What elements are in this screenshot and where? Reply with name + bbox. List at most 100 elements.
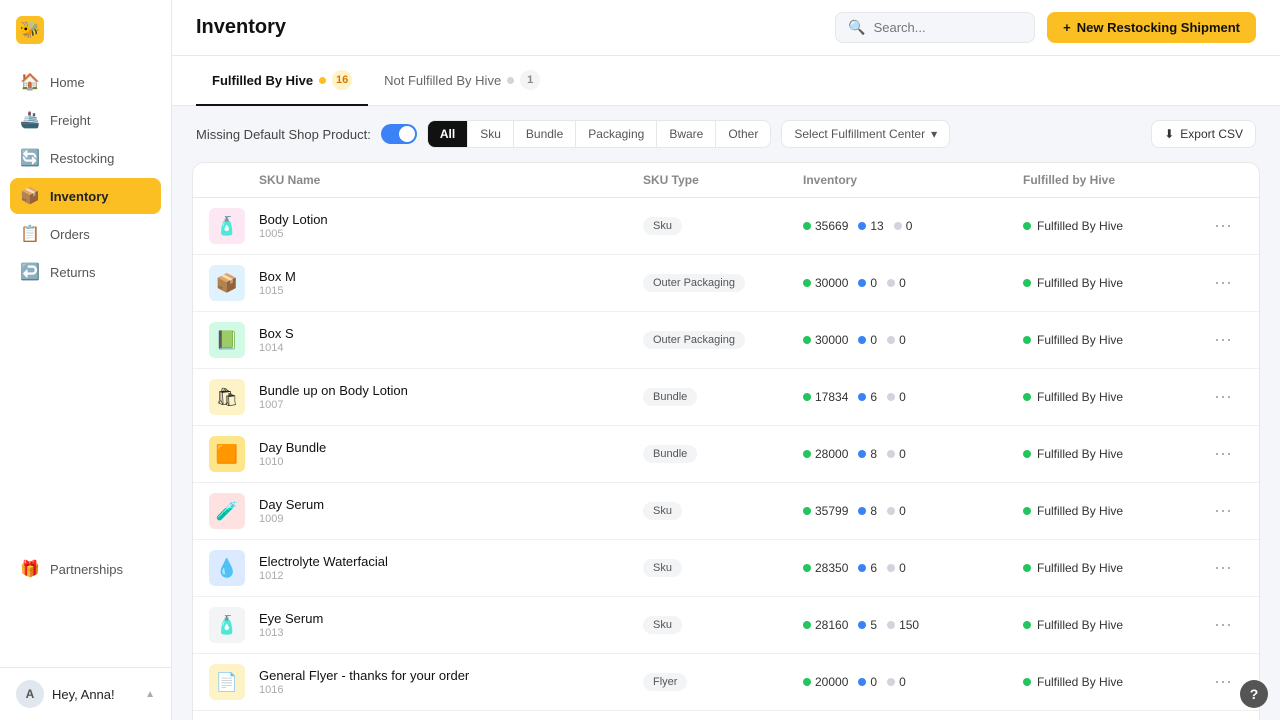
inventory-cell: 35799 8 0 <box>803 504 1023 518</box>
product-info: Day Bundle 1010 <box>259 440 643 468</box>
blue-dot <box>858 279 866 287</box>
new-shipment-button[interactable]: + New Restocking Shipment <box>1047 12 1256 43</box>
sku-type-cell: Sku <box>643 502 803 520</box>
plus-icon: + <box>1063 20 1071 35</box>
help-button[interactable]: ? <box>1240 680 1268 708</box>
inv-green: 20000 <box>803 675 848 689</box>
inventory-cell: 28000 8 0 <box>803 447 1023 461</box>
filter-btn-sku[interactable]: Sku <box>468 121 514 147</box>
filter-btn-all[interactable]: All <box>428 121 468 147</box>
blue-dot <box>858 393 866 401</box>
inv-gray: 0 <box>887 504 906 518</box>
product-thumbnail: 🧴 <box>209 607 245 643</box>
table-row: 🧪 Day Serum 1009 Sku 35799 8 0 Fulfilled… <box>193 483 1259 540</box>
tab-fulfilled-by-hive[interactable]: Fulfilled By Hive 16 <box>196 56 368 106</box>
product-id: 1012 <box>259 570 643 582</box>
fulfilled-dot <box>1023 564 1031 572</box>
blue-dot <box>858 564 866 572</box>
row-more-menu[interactable]: ⋯ <box>1203 383 1243 412</box>
fulfillment-center-select[interactable]: Select Fulfillment Center ▾ <box>781 120 950 148</box>
gray-dot <box>887 678 895 686</box>
row-more-menu[interactable]: ⋯ <box>1203 611 1243 640</box>
sku-type-cell: Flyer <box>643 673 803 691</box>
fulfilled-label: Fulfilled By Hive <box>1037 333 1123 347</box>
new-shipment-label: New Restocking Shipment <box>1077 20 1240 35</box>
sidebar-item-inventory[interactable]: 📦 Inventory <box>10 178 161 214</box>
sku-type-cell: Sku <box>643 559 803 577</box>
filter-btn-bundle[interactable]: Bundle <box>514 121 576 147</box>
search-bar[interactable]: 🔍 <box>835 12 1035 43</box>
product-name: Day Serum <box>259 497 643 512</box>
fulfilled-label: Fulfilled By Hive <box>1037 390 1123 404</box>
inv-green: 30000 <box>803 276 848 290</box>
sidebar-item-partnerships[interactable]: 🎁 Partnerships <box>10 551 161 587</box>
sidebar-item-returns[interactable]: ↩️ Returns <box>10 254 161 290</box>
inventory-cell: 30000 0 0 <box>803 333 1023 347</box>
sku-type-cell: Bundle <box>643 445 803 463</box>
missing-toggle[interactable] <box>381 124 417 144</box>
product-info: Eye Serum 1013 <box>259 611 643 639</box>
row-more-menu[interactable]: ⋯ <box>1203 212 1243 241</box>
green-dot <box>803 678 811 686</box>
sku-type-badge: Bundle <box>643 445 697 463</box>
table-row: 🧴 Eye Serum 1013 Sku 28160 5 150 Fulfill… <box>193 597 1259 654</box>
filter-btn-other[interactable]: Other <box>716 121 770 147</box>
gray-dot <box>887 336 895 344</box>
product-id: 1010 <box>259 456 643 468</box>
blue-dot <box>858 621 866 629</box>
table-row: 📄 General Flyer - thanks for your order … <box>193 654 1259 711</box>
inventory-icon: 📦 <box>20 186 40 206</box>
fulfilled-cell: Fulfilled By Hive <box>1023 504 1203 518</box>
search-input[interactable] <box>874 20 1023 35</box>
row-more-menu[interactable]: ⋯ <box>1203 440 1243 469</box>
inventory-cell: 20000 0 0 <box>803 675 1023 689</box>
col-sku-name: SKU Name <box>259 173 643 187</box>
product-thumbnail: 📗 <box>209 322 245 358</box>
fulfilled-label: Fulfilled By Hive <box>1037 675 1123 689</box>
row-more-menu[interactable]: ⋯ <box>1203 497 1243 526</box>
row-more-menu[interactable]: ⋯ <box>1203 554 1243 583</box>
sku-type-badge: Outer Packaging <box>643 274 745 292</box>
product-name: Bundle up on Body Lotion <box>259 383 643 398</box>
product-info: Electrolyte Waterfacial 1012 <box>259 554 643 582</box>
row-more-menu[interactable]: ⋯ <box>1203 269 1243 298</box>
inv-blue: 5 <box>858 618 877 632</box>
inv-blue: 8 <box>858 447 877 461</box>
inv-gray: 0 <box>887 447 906 461</box>
fulfilled-cell: Fulfilled By Hive <box>1023 675 1203 689</box>
row-more-menu[interactable]: ⋯ <box>1203 668 1243 697</box>
sidebar-item-home[interactable]: 🏠 Home <box>10 64 161 100</box>
export-csv-button[interactable]: ⬇ Export CSV <box>1151 120 1256 148</box>
app-logo: 🐝 <box>0 0 171 56</box>
product-thumbnail: 💧 <box>209 550 245 586</box>
inv-gray: 0 <box>887 333 906 347</box>
filter-btn-bware[interactable]: Bware <box>657 121 716 147</box>
gray-dot <box>887 279 895 287</box>
sidebar-item-freight[interactable]: 🚢 Freight <box>10 102 161 138</box>
col-inventory: Inventory <box>803 173 1023 187</box>
col-sku-type: SKU Type <box>643 173 803 187</box>
sidebar-item-restocking[interactable]: 🔄 Restocking <box>10 140 161 176</box>
fulfilled-label: Fulfilled By Hive <box>1037 447 1123 461</box>
product-info: Bundle up on Body Lotion 1007 <box>259 383 643 411</box>
row-more-menu[interactable]: ⋯ <box>1203 326 1243 355</box>
inventory-cell: 30000 0 0 <box>803 276 1023 290</box>
fulfilled-label: Fulfilled By Hive <box>1037 504 1123 518</box>
toggle-knob <box>399 126 415 142</box>
col-actions <box>1203 173 1243 187</box>
product-name: Box S <box>259 326 643 341</box>
fulfilled-label: Fulfilled By Hive <box>1037 618 1123 632</box>
product-thumbnail: 🧪 <box>209 493 245 529</box>
product-id: 1015 <box>259 285 643 297</box>
filter-btn-packaging[interactable]: Packaging <box>576 121 657 147</box>
product-info: Box M 1015 <box>259 269 643 297</box>
sidebar-item-orders[interactable]: 📋 Orders <box>10 216 161 252</box>
inv-blue: 0 <box>858 276 877 290</box>
tab-not-fulfilled-by-hive[interactable]: Not Fulfilled By Hive 1 <box>368 56 556 106</box>
inv-gray: 0 <box>887 390 906 404</box>
user-name: Hey, Anna! <box>52 687 137 702</box>
inv-green: 35669 <box>803 219 848 233</box>
user-profile[interactable]: A Hey, Anna! ▲ <box>0 667 171 720</box>
sku-type-cell: Sku <box>643 616 803 634</box>
table-body: 🧴 Body Lotion 1005 Sku 35669 13 0 Fulfil… <box>193 198 1259 720</box>
